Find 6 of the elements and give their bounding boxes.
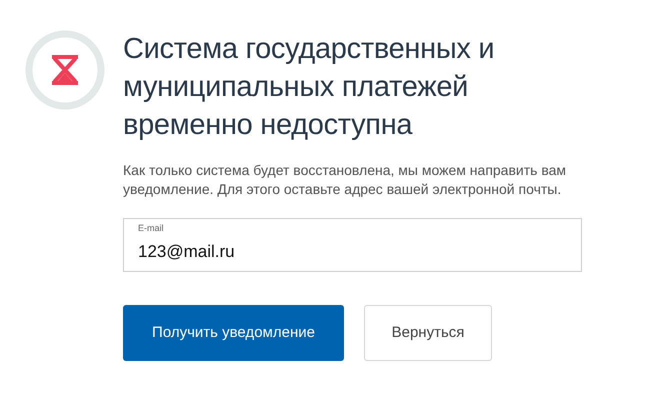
page-title: Система государственных и муниципальных платежей временно недоступна <box>123 32 496 143</box>
back-button[interactable]: Вернуться <box>364 305 492 361</box>
notify-button[interactable]: Получить уведомление <box>123 305 344 361</box>
field-label: E-mail <box>138 223 164 234</box>
hourglass-icon <box>25 30 105 110</box>
info-message: Как только система будет восстановлена, мы можем направить вам уведомление. Для этого оставьте адрес вашей электронной почты. <box>123 161 568 199</box>
